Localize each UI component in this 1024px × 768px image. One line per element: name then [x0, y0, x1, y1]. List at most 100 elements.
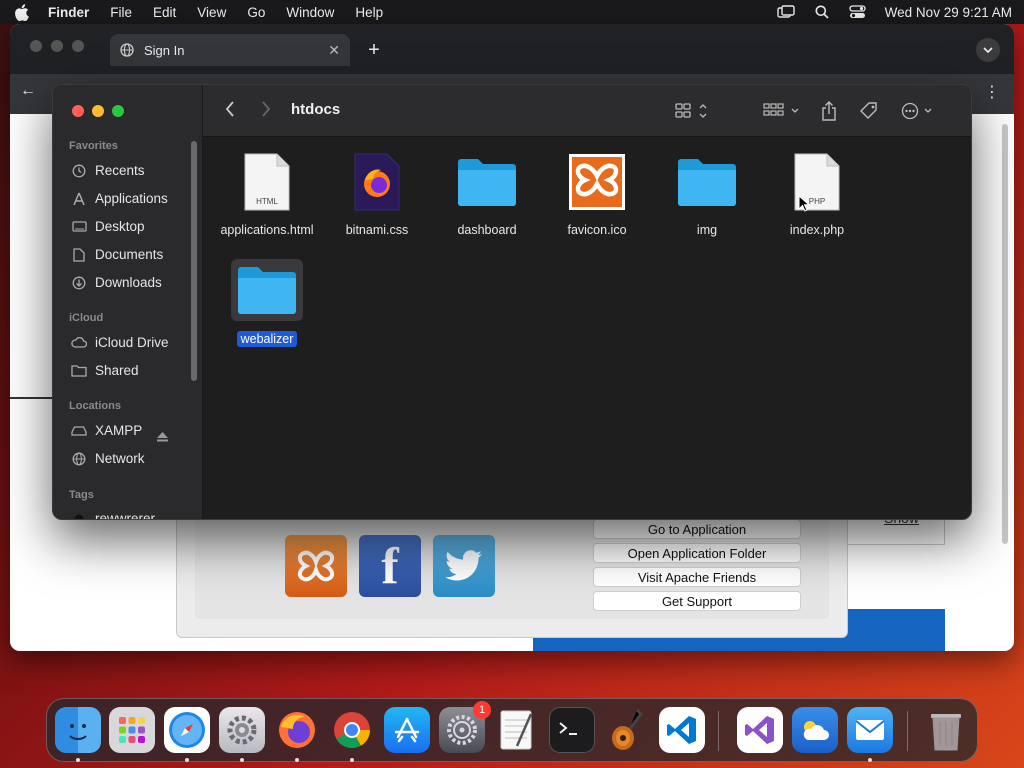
menu-edit[interactable]: Edit [153, 5, 176, 20]
file-name: applications.html [220, 223, 314, 237]
dock-running-indicator [185, 758, 189, 762]
file-item[interactable]: HTML applications.html [213, 151, 321, 237]
control-center-icon[interactable] [849, 4, 867, 20]
back-chevron-icon[interactable] [225, 101, 235, 122]
dock-running-indicator [76, 758, 80, 762]
menu-app-name[interactable]: Finder [48, 5, 89, 20]
visit-apache-friends-button[interactable]: Visit Apache Friends [593, 567, 801, 587]
sidebar-item-label: Desktop [95, 219, 145, 234]
finder-window: Favorites Recents Applications Desktop D… [52, 84, 972, 520]
icon-view-grid-icon[interactable] [675, 101, 709, 121]
finder-zoom-button[interactable] [112, 105, 124, 117]
dock-safari-icon[interactable] [164, 707, 210, 753]
group-by-icon[interactable] [763, 101, 801, 121]
sidebar-item-recents[interactable]: Recents [71, 163, 145, 178]
dock-finder-icon[interactable] [55, 707, 101, 753]
folder-icon [671, 151, 743, 213]
menu-clock[interactable]: Wed Nov 29 9:21 AM [885, 5, 1012, 20]
menu-go[interactable]: Go [247, 5, 265, 20]
dock-mail-icon[interactable] [847, 707, 893, 753]
screen-mirroring-icon[interactable] [776, 4, 795, 20]
sidebar-item-label: Documents [95, 247, 164, 262]
dock-vscode-icon[interactable] [659, 707, 705, 753]
sidebar-item-shared[interactable]: Shared [71, 363, 139, 378]
dock-weather-icon[interactable] [792, 707, 838, 753]
html-document-icon: HTML [231, 151, 303, 213]
dock-system-preferences-icon[interactable]: 1 [439, 701, 491, 753]
tab-close-icon[interactable]: ✕ [328, 42, 340, 59]
finder-folder-title: htdocs [291, 101, 341, 118]
file-item[interactable]: dashboard [433, 151, 541, 237]
sidebar-header-tags: Tags [69, 489, 94, 501]
file-item-selected[interactable]: webalizer [213, 259, 321, 347]
dock-firefox-icon[interactable] [274, 707, 320, 753]
sidebar-item-label: rewwrerer [95, 511, 156, 520]
dock-textedit-icon[interactable] [494, 707, 540, 753]
browser-zoom-button[interactable] [72, 40, 84, 52]
clock-icon [71, 164, 87, 178]
sidebar-item-network[interactable]: Network [71, 451, 145, 466]
dock-terminal-icon[interactable] [549, 707, 595, 753]
forward-chevron-icon[interactable] [261, 101, 271, 122]
go-to-application-button[interactable]: Go to Application [593, 519, 801, 539]
spotlight-search-icon[interactable] [813, 4, 831, 20]
sidebar-header-favorites: Favorites [69, 140, 118, 152]
file-item[interactable]: favicon.ico [543, 151, 651, 237]
open-application-folder-button[interactable]: Open Application Folder [593, 543, 801, 563]
dock-running-indicator [868, 758, 872, 762]
sidebar-item-desktop[interactable]: Desktop [71, 219, 145, 234]
sidebar-item-downloads[interactable]: Downloads [71, 275, 162, 290]
dock: 1 [46, 698, 978, 762]
get-support-button[interactable]: Get Support [593, 591, 801, 611]
file-item[interactable]: bitnami.css [323, 151, 431, 237]
menu-help[interactable]: Help [355, 5, 383, 20]
twitter-bird-icon[interactable] [433, 535, 495, 597]
finder-sidebar: Favorites Recents Applications Desktop D… [53, 85, 203, 519]
more-actions-icon[interactable] [901, 101, 937, 121]
browser-menu-kebab-icon[interactable]: ⋮ [984, 82, 1000, 102]
sidebar-item-icloud-drive[interactable]: iCloud Drive [71, 335, 169, 350]
svg-text:HTML: HTML [256, 197, 278, 206]
sidebar-item-label: Network [95, 451, 145, 466]
dock-system-settings-icon[interactable] [219, 707, 265, 753]
sidebar-item-xampp[interactable]: XAMPP [71, 423, 142, 438]
browser-close-button[interactable] [30, 40, 42, 52]
dock-app-store-icon[interactable] [384, 707, 430, 753]
dock-trash-icon[interactable] [923, 707, 969, 753]
drive-icon [71, 424, 87, 438]
sidebar-item-tag[interactable]: rewwrerer [71, 511, 156, 520]
document-icon [71, 247, 87, 262]
tag-icon[interactable] [859, 101, 879, 121]
dock-garageband-icon[interactable] [604, 707, 650, 753]
dock-launchpad-icon[interactable] [109, 707, 155, 753]
browser-back-icon[interactable]: ← [20, 82, 36, 100]
finder-close-button[interactable] [72, 105, 84, 117]
dock-visual-studio-icon[interactable] [737, 707, 783, 753]
file-item[interactable]: img [653, 151, 761, 237]
xampp-logo-icon[interactable] [285, 535, 347, 597]
finder-minimize-button[interactable] [92, 105, 104, 117]
file-name: webalizer [236, 331, 298, 347]
svg-text:PHP: PHP [809, 197, 825, 206]
eject-icon[interactable] [157, 429, 168, 447]
facebook-icon[interactable]: f [359, 535, 421, 597]
browser-scrollbar[interactable] [1002, 124, 1008, 544]
menu-window[interactable]: Window [286, 5, 334, 20]
sidebar-item-label: Applications [95, 191, 168, 206]
sidebar-item-documents[interactable]: Documents [71, 247, 163, 262]
apple-menu-icon[interactable] [12, 3, 30, 21]
dock-running-indicator [350, 758, 354, 762]
tab-title: Sign In [144, 42, 185, 58]
file-item[interactable]: PHP index.php [763, 151, 871, 237]
sidebar-item-applications[interactable]: Applications [71, 191, 168, 206]
new-tab-plus-icon[interactable]: + [362, 38, 386, 62]
sidebar-scrollbar[interactable] [191, 141, 197, 381]
browser-minimize-button[interactable] [51, 40, 63, 52]
tab-search-chevron-icon[interactable] [976, 38, 1000, 62]
share-icon[interactable] [821, 101, 837, 121]
browser-tab-sign-in[interactable]: Sign In ✕ [110, 34, 350, 66]
menu-file[interactable]: File [110, 5, 132, 20]
menu-view[interactable]: View [197, 5, 226, 20]
finder-file-area: HTML applications.html bitnami.css dashb… [203, 137, 971, 519]
dock-chrome-icon[interactable] [329, 707, 375, 753]
